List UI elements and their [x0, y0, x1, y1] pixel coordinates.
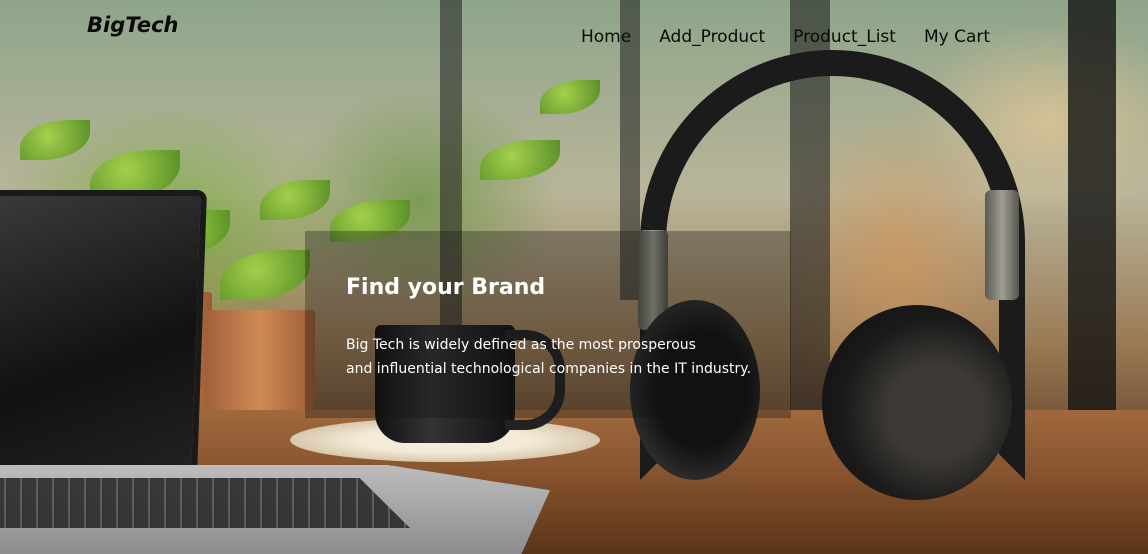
window-frame: [1068, 0, 1116, 410]
hero-description: Big Tech is widely defined as the most p…: [346, 333, 766, 381]
plant-leaf: [260, 180, 330, 220]
nav-link-product-list[interactable]: Product_List: [793, 27, 896, 47]
plant-leaf: [220, 250, 310, 300]
nav-link-my-cart[interactable]: My Cart: [924, 27, 990, 47]
nav-link-home[interactable]: Home: [581, 27, 631, 47]
main-nav: Home Add_Product Product_List My Cart: [581, 27, 990, 47]
plant-leaf: [540, 80, 600, 114]
hero-description-line: and influential technological companies …: [346, 361, 752, 377]
brand-logo[interactable]: BigTech: [87, 13, 179, 37]
plant-leaf: [20, 120, 90, 160]
nav-link-add-product[interactable]: Add_Product: [659, 27, 765, 47]
hero-title: Find your Brand: [346, 275, 546, 300]
plant-pot: [205, 310, 315, 415]
hero-description-line: Big Tech is widely defined as the most p…: [346, 337, 696, 353]
laptop-screen: [0, 190, 208, 477]
laptop-keyboard: [0, 478, 410, 528]
headphones-earcup: [822, 305, 1012, 500]
plant-leaf: [480, 140, 560, 180]
hero-text-overlay: [305, 231, 791, 418]
headphones-arm: [985, 190, 1019, 300]
hero-section: BigTech Home Add_Product Product_List My…: [0, 0, 1148, 554]
